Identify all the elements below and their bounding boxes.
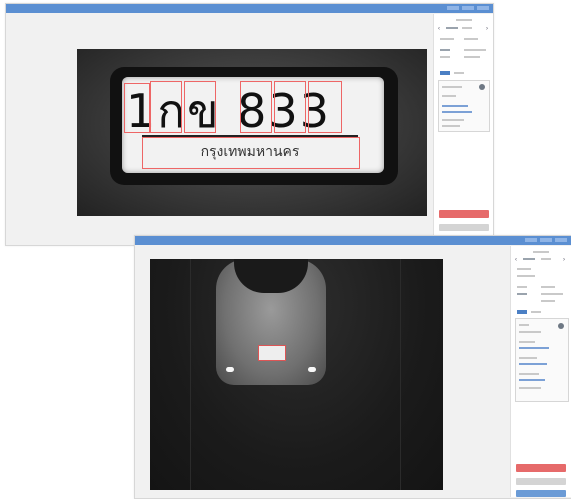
setting-row	[442, 119, 464, 121]
back-arrow-icon[interactable]: ‹	[515, 257, 517, 263]
forward-arrow-icon[interactable]: ›	[563, 257, 565, 263]
setting-link[interactable]	[442, 111, 472, 113]
save-button[interactable]	[516, 490, 566, 497]
field-label	[464, 38, 478, 40]
setting-row	[442, 95, 456, 97]
headlight	[226, 367, 234, 372]
side-panel: ‹ ›	[433, 14, 493, 244]
setting-link[interactable]	[519, 379, 545, 381]
setting-link[interactable]	[519, 363, 547, 365]
road-line	[400, 259, 401, 490]
setting-row	[519, 341, 535, 343]
road-line	[190, 259, 191, 490]
image-canvas[interactable]	[150, 259, 443, 490]
settings-box	[515, 318, 569, 402]
window-controls	[525, 238, 567, 242]
delete-button[interactable]	[516, 464, 566, 472]
title-bar	[135, 236, 571, 245]
setting-link[interactable]	[442, 105, 468, 107]
secondary-button[interactable]	[439, 224, 489, 231]
char-box[interactable]	[150, 81, 182, 133]
setting-row	[442, 86, 462, 88]
active-tab[interactable]	[440, 71, 450, 75]
car-plate-box[interactable]	[258, 345, 286, 361]
char-box[interactable]	[184, 81, 216, 133]
forward-arrow-icon[interactable]: ›	[486, 26, 488, 32]
image-canvas[interactable]: 1กข 833 กรุงเทพมหานคร	[77, 49, 427, 216]
panel-tab[interactable]	[523, 258, 535, 260]
maximize-button[interactable]	[540, 238, 552, 242]
window-controls	[447, 6, 489, 10]
license-plate: 1กข 833 กรุงเทพมหานคร	[122, 77, 384, 173]
tab[interactable]	[454, 72, 464, 74]
field-label	[517, 268, 531, 270]
panel-tab[interactable]	[446, 27, 458, 29]
field-value	[517, 293, 527, 295]
setting-row	[442, 125, 460, 127]
car	[216, 259, 326, 385]
setting-row	[519, 357, 537, 359]
license-plate-frame: 1กข 833 กรุงเทพมหานคร	[110, 67, 398, 185]
toggle-icon[interactable]	[558, 323, 564, 329]
side-panel: ‹ ›	[510, 246, 571, 497]
toggle-icon[interactable]	[479, 84, 485, 90]
setting-row	[519, 387, 541, 389]
char-box[interactable]	[274, 81, 306, 133]
setting-row	[519, 331, 541, 333]
field-value	[541, 300, 555, 302]
char-box[interactable]	[240, 81, 272, 133]
field-value	[440, 56, 450, 58]
minimize-button[interactable]	[447, 6, 459, 10]
minimize-button[interactable]	[525, 238, 537, 242]
setting-row	[519, 324, 529, 326]
panel-tab[interactable]	[462, 27, 472, 29]
headlight	[308, 367, 316, 372]
field-label	[517, 286, 527, 288]
app-window-plate: 1กข 833 กรุงเทพมหานคร ‹ ›	[5, 3, 494, 246]
field-label	[541, 286, 555, 288]
province-box[interactable]	[142, 137, 360, 169]
field-value	[440, 49, 450, 51]
setting-link[interactable]	[519, 347, 549, 349]
panel-header-line	[456, 19, 472, 21]
close-button[interactable]	[555, 238, 567, 242]
field-value	[517, 275, 535, 277]
close-button[interactable]	[477, 6, 489, 10]
title-bar	[6, 4, 493, 13]
char-box[interactable]	[308, 81, 342, 133]
active-tab[interactable]	[517, 310, 527, 314]
panel-header-line	[533, 251, 549, 253]
field-value	[541, 293, 563, 295]
char-box[interactable]	[124, 83, 150, 133]
field-value	[464, 49, 486, 51]
field-label	[440, 38, 454, 40]
tab[interactable]	[531, 311, 541, 313]
settings-box	[438, 80, 490, 132]
app-window-car: ‹ ›	[134, 235, 571, 499]
car-windshield	[234, 259, 308, 293]
back-arrow-icon[interactable]: ‹	[438, 26, 440, 32]
setting-row	[519, 373, 539, 375]
panel-tab[interactable]	[541, 258, 551, 260]
delete-button[interactable]	[439, 210, 489, 218]
maximize-button[interactable]	[462, 6, 474, 10]
field-value	[464, 56, 480, 58]
secondary-button[interactable]	[516, 478, 566, 485]
